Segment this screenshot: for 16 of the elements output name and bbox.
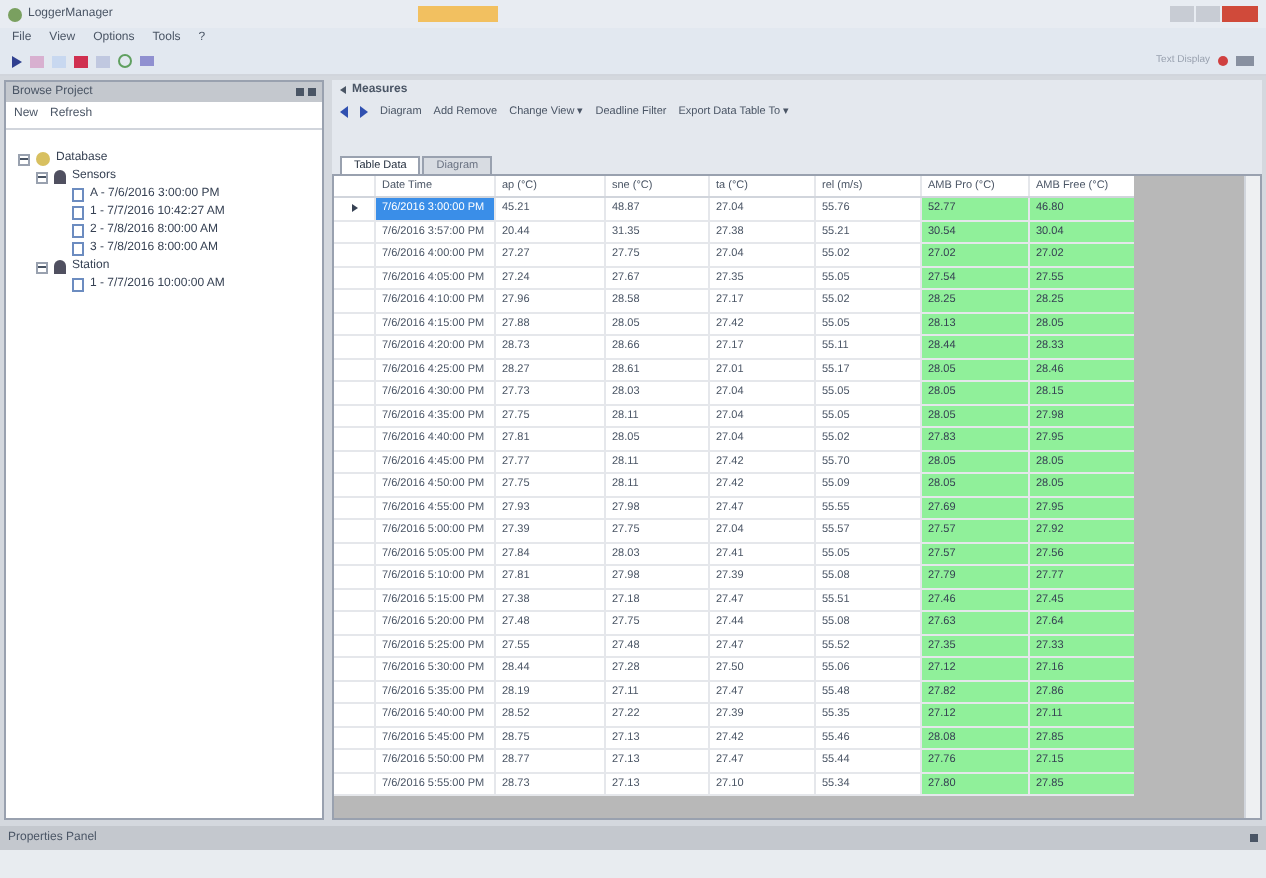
back-icon[interactable] bbox=[340, 106, 348, 118]
collapse-icon[interactable] bbox=[36, 171, 48, 183]
person-icon bbox=[54, 170, 66, 184]
app-icon bbox=[8, 7, 22, 21]
person-icon bbox=[54, 260, 66, 274]
arrow-icon bbox=[340, 86, 346, 94]
collapse-icon[interactable] bbox=[36, 261, 48, 273]
active-tab-highlight bbox=[418, 6, 499, 22]
database-icon bbox=[36, 152, 50, 166]
scrollbar[interactable] bbox=[1244, 176, 1260, 818]
forward-icon[interactable] bbox=[360, 106, 368, 118]
current-row-icon bbox=[351, 204, 357, 213]
row-header[interactable] bbox=[334, 198, 374, 219]
collapse-icon[interactable] bbox=[18, 153, 30, 165]
refresh-icon[interactable] bbox=[118, 54, 132, 68]
file-icon bbox=[72, 278, 84, 292]
